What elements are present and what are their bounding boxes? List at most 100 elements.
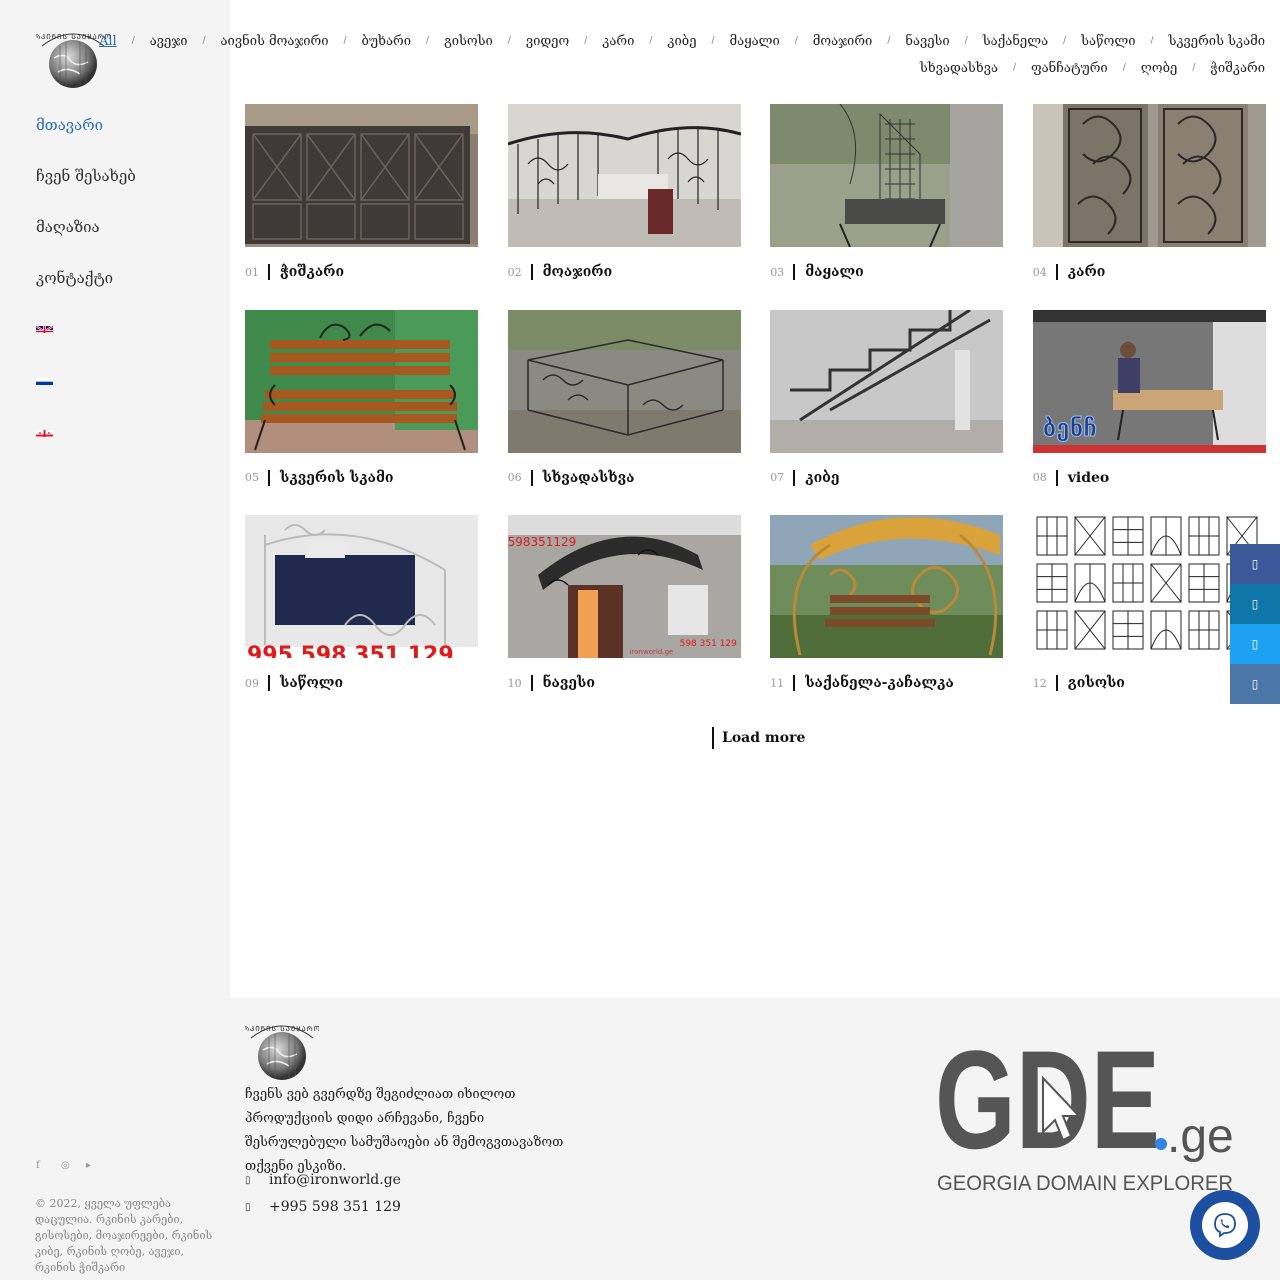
filter-separator: / <box>711 36 715 46</box>
product-card[interactable]: 598351129 598 351 129 ironworld.ge 10 ნა… <box>507 515 741 721</box>
main-nav: მთავარი ჩვენ შესახებ მაღაზია კონტაქტი <box>36 112 136 316</box>
filter-item[interactable]: მაყალი <box>730 28 780 55</box>
video-overlay-text: ბენჩ <box>1042 413 1097 442</box>
product-image-misc[interactable] <box>507 309 741 453</box>
caption-divider <box>1055 469 1058 486</box>
filter-all[interactable]: All <box>99 28 117 55</box>
filter-item[interactable]: ვიდეო <box>526 28 569 55</box>
filter-separator: / <box>202 36 206 46</box>
load-more-button[interactable]: Load more <box>712 726 805 750</box>
gde-tagline: GEORGIA DOMAIN EXPLORER <box>937 1172 1233 1195</box>
product-card[interactable]: 07 კიბე <box>770 309 1004 516</box>
product-card[interactable]: 05 სკვერის სკამი <box>245 309 478 516</box>
product-image-bed[interactable]: 995 598 351 129 <box>245 515 478 658</box>
filter-item[interactable]: აივნის მოაჯირი <box>221 28 329 55</box>
product-image-grill[interactable] <box>770 104 1004 247</box>
product-title[interactable]: video <box>1068 470 1110 486</box>
filter-item[interactable]: ფანჩატური <box>1031 55 1108 82</box>
product-image-railing[interactable] <box>507 104 741 247</box>
nav-item-shop[interactable]: მაღაზია <box>36 214 136 265</box>
product-card[interactable]: 01 ჭიშკარი <box>245 104 478 310</box>
filter-separator: / <box>794 36 798 46</box>
filter-item[interactable]: ავეჯი <box>150 28 188 55</box>
caption-divider <box>793 264 796 280</box>
product-image-swing[interactable] <box>770 515 1004 658</box>
viber-chat-button[interactable] <box>1190 1190 1260 1260</box>
filter-separator: / <box>343 36 347 46</box>
filter-separator: / <box>131 36 135 46</box>
ru-flag-icon[interactable] <box>36 374 53 385</box>
filter-item[interactable]: საწოლი <box>1081 28 1135 55</box>
product-title[interactable]: სკვერის სკამი <box>280 470 394 486</box>
product-title[interactable]: ნავესი <box>543 675 595 691</box>
filter-item[interactable]: კარი <box>602 28 634 55</box>
bed-phone-text: 995 598 351 129 <box>247 643 454 658</box>
product-title[interactable]: გისოსი <box>1068 675 1125 691</box>
filter-separator: / <box>507 36 511 46</box>
nav-item-home[interactable]: მთავარი <box>36 112 136 163</box>
product-card[interactable]: 995 598 351 129 09 საწოლი <box>245 515 478 721</box>
product-card[interactable]: 04 კარი <box>1032 104 1266 310</box>
filter-item[interactable]: ბუხარი <box>362 28 411 55</box>
email-text[interactable]: info@ironworld.ge <box>269 1172 401 1188</box>
ge-flag-icon[interactable] <box>36 426 53 437</box>
product-title[interactable]: საწოლი <box>280 675 343 691</box>
sidebar: ᲠᲙᲘᲜᲘᲡ ᲡᲐᲛᲧᲐᲠᲝ მთავარი ჩვენ შესახებ მაღა… <box>0 0 230 1280</box>
facebook-icon[interactable]: f <box>36 1160 45 1172</box>
nav-item-contact[interactable]: კონტაქტი <box>36 265 136 316</box>
filter-item[interactable]: ჭიშკარი <box>1210 55 1265 82</box>
product-title[interactable]: მაყალი <box>805 264 864 280</box>
filter-separator: / <box>584 36 588 46</box>
product-card[interactable]: 11 საქანელა-კაჩალკა <box>770 515 1004 721</box>
gde-logo[interactable]: GDE .ge GEORGIA DOMAIN EXPLORER <box>935 1021 1255 1208</box>
product-title[interactable]: ჭიშკარი <box>280 264 344 280</box>
product-title[interactable]: კარი <box>1068 264 1106 280</box>
product-card[interactable]: 02 მოაჯირი <box>507 104 741 310</box>
svg-text:ᲠᲙᲘᲜᲘᲡ ᲡᲐᲛᲧᲐᲠᲝ: ᲠᲙᲘᲜᲘᲡ ᲡᲐᲛᲧᲐᲠᲝ <box>245 1025 319 1033</box>
footer-email[interactable]: ▯ info@ironworld.ge <box>245 1172 401 1188</box>
filter-item[interactable]: სხვადასხვა <box>920 55 998 82</box>
filter-item[interactable]: მოაჯირი <box>813 28 873 55</box>
twitter-icon[interactable]: ▯ <box>1230 624 1280 664</box>
filter-row: სხვადასხვა / ფანჩატური / ღობე / ჭიშკარი <box>245 55 1265 82</box>
filter-item[interactable]: ნავესი <box>905 28 949 55</box>
product-title[interactable]: საქანელა-კაჩალკა <box>805 675 954 691</box>
viber-icon <box>1214 1213 1236 1238</box>
language-switcher <box>36 322 53 478</box>
product-image-canopy[interactable]: 598351129 598 351 129 ironworld.ge <box>507 515 741 658</box>
en-flag-icon[interactable] <box>36 322 53 333</box>
site-footer: ᲠᲙᲘᲜᲘᲡ ᲡᲐᲛᲧᲐᲠᲝ ჩვენს ვებ გვერდზე შეგიძლი… <box>230 998 1280 1280</box>
linkedin-icon[interactable]: ▯ <box>1230 584 1280 624</box>
product-title[interactable]: სხვადასხვა <box>543 470 635 486</box>
copyright-text: © 2022, ყველა უფლება დაცულია. რკინის კარ… <box>35 1197 213 1274</box>
filter-separator: / <box>1063 36 1067 46</box>
footer-phone[interactable]: ▯ +995 598 351 129 <box>245 1199 401 1215</box>
filter-item[interactable]: ღობე <box>1141 55 1178 82</box>
phone-icon: ▯ <box>245 1201 251 1213</box>
product-card[interactable]: 03 მაყალი <box>770 104 1004 310</box>
product-title[interactable]: კიბე <box>805 470 839 486</box>
phone-text[interactable]: +995 598 351 129 <box>269 1199 401 1215</box>
product-card[interactable]: 06 სხვადასხვა <box>507 309 741 516</box>
product-image-video[interactable]: ბენჩ <box>1032 309 1266 453</box>
filter-item[interactable]: გისოსი <box>444 28 493 55</box>
footer-description: ჩვენს ვებ გვერდზე შეგიძლიათ იხილოთ პროდუ… <box>245 1087 564 1174</box>
product-image-stairs[interactable] <box>770 309 1004 453</box>
youtube-icon[interactable]: ▸ <box>86 1160 95 1172</box>
nav-item-about[interactable]: ჩვენ შესახებ <box>36 163 136 214</box>
filter-item[interactable]: საქანელა <box>983 28 1048 55</box>
instagram-icon[interactable]: ◎ <box>61 1160 70 1172</box>
product-image-door[interactable] <box>1032 104 1266 247</box>
product-image-bench[interactable] <box>245 309 478 453</box>
facebook-icon[interactable]: ▯ <box>1230 544 1280 584</box>
product-number: 01 <box>245 265 259 279</box>
filter-item[interactable]: კიბე <box>667 28 696 55</box>
load-more-label: Load more <box>722 730 806 746</box>
filter-item[interactable]: სკვერის სკამი <box>1169 28 1265 55</box>
product-card[interactable]: ბენჩ 08 video <box>1032 309 1266 516</box>
vk-icon[interactable]: ▯ <box>1230 664 1280 704</box>
product-image-gate[interactable] <box>245 104 478 247</box>
caption-divider <box>793 675 796 691</box>
footer-logo[interactable]: ᲠᲙᲘᲜᲘᲡ ᲡᲐᲛᲧᲐᲠᲝ <box>243 1018 320 1084</box>
product-title[interactable]: მოაჯირი <box>543 264 613 280</box>
